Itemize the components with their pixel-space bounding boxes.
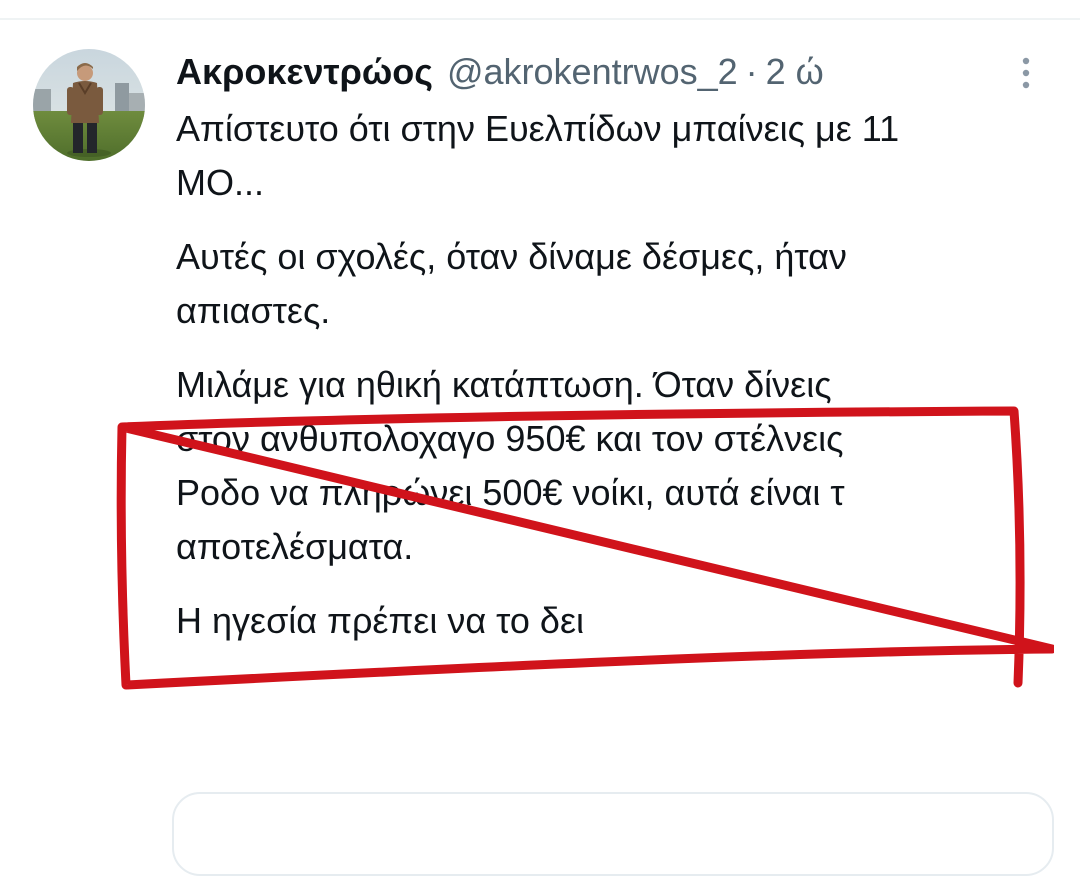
paragraph: Η ηγεσία πρέπει να το δει — [176, 594, 1046, 648]
text-line: Αυτές οι σχολές, όταν δίναμε δέσμες, ήτα… — [176, 236, 847, 277]
more-vertical-icon[interactable] — [1012, 54, 1040, 94]
header-separator: · — [745, 51, 758, 92]
avatar-photo-icon — [33, 49, 145, 161]
text-line: στον ανθυπολοχαγο 950€ και τον στέλνεις — [176, 418, 844, 459]
paragraph: Αυτές οι σχολές, όταν δίναμε δέσμες, ήτα… — [176, 230, 1046, 338]
text-line: αποτελέσματα. — [176, 526, 414, 567]
quoted-tweet-card[interactable] — [172, 792, 1054, 876]
tweet-header: Ακροκεντρώος @akrokentrwos_2 · 2 ώ — [176, 47, 824, 97]
text-line: ΜΟ... — [176, 162, 264, 203]
top-divider — [0, 18, 1080, 20]
timestamp[interactable]: 2 ώ — [766, 47, 824, 97]
text-line: Μιλάμε για ηθική κατάπτωση. Όταν δίνεις — [176, 364, 832, 405]
text-line: Απίστευτο ότι στην Ευελπίδων μπαίνεις με… — [176, 108, 900, 149]
paragraph: Απίστευτο ότι στην Ευελπίδων μπαίνεις με… — [176, 102, 1046, 210]
user-handle[interactable]: @akrokentrwos_2 — [447, 47, 738, 97]
text-line: απιαστες. — [176, 290, 331, 331]
text-line: Η ηγεσία πρέπει να το δει — [176, 600, 584, 641]
paragraph: Μιλάμε για ηθική κατάπτωση. Όταν δίνεις … — [176, 358, 1046, 574]
text-line: Ροδο να πληρώνει 500€ νοίκι, αυτά είναι … — [176, 472, 845, 513]
display-name[interactable]: Ακροκεντρώος — [176, 47, 433, 97]
tweet-text: Απίστευτο ότι στην Ευελπίδων μπαίνεις με… — [176, 102, 1046, 668]
avatar[interactable] — [33, 49, 145, 161]
